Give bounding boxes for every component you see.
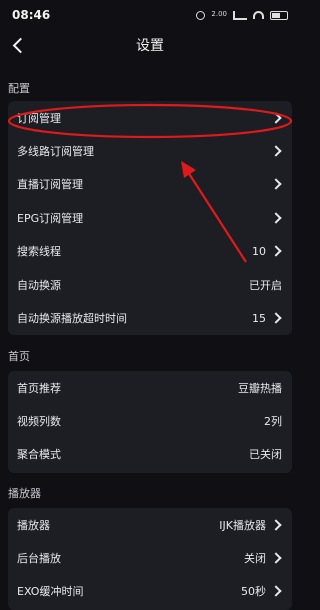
- setting-row-aggregate-mode[interactable]: 聚合模式 已关闭: [8, 438, 292, 471]
- setting-value: 已开启: [249, 278, 282, 292]
- setting-label: EPG订阅管理: [17, 211, 84, 225]
- chevron-right-icon: [270, 552, 282, 564]
- chevron-left-icon: [12, 37, 28, 53]
- setting-row-live-subscription[interactable]: 直播订阅管理: [8, 168, 292, 201]
- signal-icon: [233, 10, 247, 20]
- setting-label: 首页推荐: [17, 381, 61, 395]
- setting-row-search-threads[interactable]: 搜索线程 10: [8, 235, 292, 268]
- battery-icon: [270, 10, 288, 20]
- chevron-right-icon: [270, 245, 282, 257]
- setting-label: 视频列数: [17, 415, 61, 429]
- setting-row-background-play[interactable]: 后台播放 关闭: [8, 541, 292, 574]
- network-speed-text: 2.00: [211, 9, 227, 18]
- chevron-right-icon: [270, 312, 282, 324]
- chevron-right-icon: [270, 212, 282, 224]
- home-card: 首页推荐 豆瓣热播 视频列数 2列 聚合模式 已关闭: [8, 371, 292, 473]
- chevron-right-icon: [270, 585, 282, 598]
- chevron-right-icon: [270, 145, 282, 157]
- config-card: 订阅管理 多线路订阅管理 直播订阅管理 EPG订阅管理 搜索线程 10 自动换源…: [8, 101, 292, 335]
- wifi-icon: [253, 11, 264, 19]
- setting-row-epg-subscription[interactable]: EPG订阅管理: [8, 201, 292, 234]
- setting-label: 播放器: [17, 518, 50, 532]
- setting-value: 2列: [264, 415, 282, 429]
- chevron-right-icon: [270, 112, 282, 124]
- status-time: 08:46: [12, 8, 51, 22]
- setting-label: 自动换源: [17, 278, 61, 292]
- alarm-icon: [196, 10, 206, 20]
- setting-value: 10: [252, 244, 266, 258]
- status-icons: 2.00: [196, 9, 288, 20]
- back-button[interactable]: [6, 33, 30, 57]
- section-title-player: 播放器: [8, 487, 41, 500]
- setting-value: IJK播放器: [219, 518, 266, 532]
- setting-row-multiline-subscription[interactable]: 多线路订阅管理: [8, 134, 292, 167]
- setting-row-auto-switch-timeout[interactable]: 自动换源播放超时时间 15: [8, 301, 292, 334]
- setting-row-video-columns[interactable]: 视频列数 2列: [8, 404, 292, 437]
- header: 设置: [0, 30, 300, 60]
- setting-row-player[interactable]: 播放器 IJK播放器: [8, 508, 292, 541]
- setting-label: 后台播放: [17, 552, 61, 566]
- setting-value: 已关闭: [249, 448, 282, 462]
- section-title-config: 配置: [8, 82, 30, 95]
- setting-label: 搜索线程: [17, 245, 61, 259]
- setting-row-subscription[interactable]: 订阅管理: [8, 101, 292, 134]
- setting-label: 直播订阅管理: [17, 178, 83, 192]
- status-bar: 08:46 2.00: [0, 0, 300, 30]
- setting-row-auto-switch-source[interactable]: 自动换源 已开启: [8, 268, 292, 301]
- setting-label: 多线路订阅管理: [17, 145, 94, 159]
- setting-value: 关闭: [244, 552, 266, 566]
- chevron-right-icon: [270, 178, 282, 191]
- setting-row-home-recommend[interactable]: 首页推荐 豆瓣热播: [8, 371, 292, 404]
- setting-label: 聚合模式: [17, 448, 61, 462]
- page-title: 设置: [136, 38, 164, 54]
- setting-value: 50秒: [241, 585, 266, 599]
- setting-label: 自动换源播放超时时间: [17, 312, 127, 326]
- section-title-home: 首页: [8, 350, 30, 363]
- setting-label: EXO缓冲时间: [17, 585, 84, 599]
- chevron-right-icon: [270, 519, 282, 531]
- setting-value: 豆瓣热播: [238, 381, 282, 395]
- setting-value: 15: [252, 311, 266, 325]
- setting-row-exo-buffer[interactable]: EXO缓冲时间 50秒: [8, 575, 292, 608]
- setting-label: 订阅管理: [17, 111, 61, 125]
- player-card: 播放器 IJK播放器 后台播放 关闭 EXO缓冲时间 50秒: [8, 508, 292, 610]
